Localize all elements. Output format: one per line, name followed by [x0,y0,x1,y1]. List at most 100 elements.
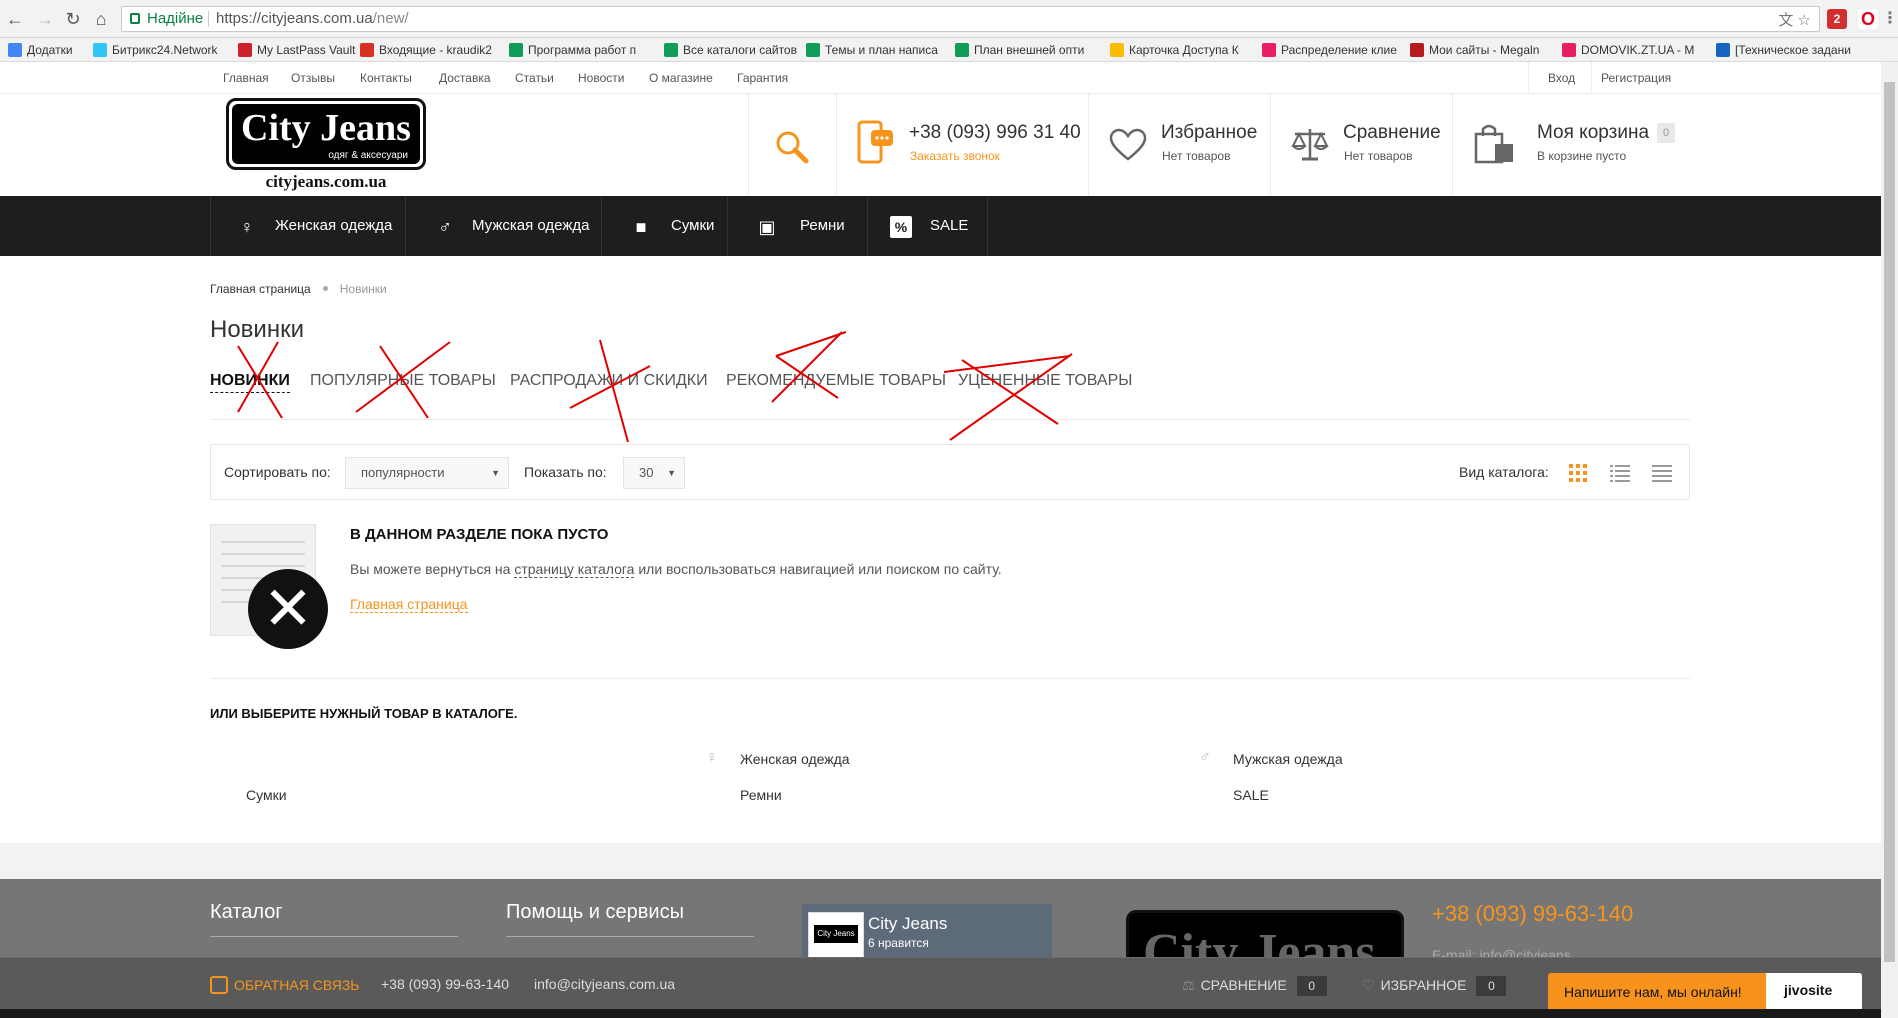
toplink-about[interactable]: О магазине [649,71,713,85]
bookmark-item[interactable]: Битрикс24.Network [93,42,218,58]
bookmark-favicon-icon [1410,43,1424,57]
chevron-down-icon: ▼ [667,468,676,478]
empty-description: Вы можете вернуться на страницу каталога… [350,561,1002,578]
top-links-bar: Главная Отзывы Контакты Доставка Статьи … [0,62,1898,94]
bookmark-item[interactable]: Распределение клие [1262,42,1397,58]
callback-link[interactable]: Заказать звонок [910,149,1000,163]
toplink-warranty[interactable]: Гарантия [737,71,788,85]
menu-item-men[interactable]: ♂ Мужская одежда [406,196,602,256]
search-button[interactable] [748,94,836,196]
tab-popular[interactable]: ПОПУЛЯРНЫЕ ТОВАРЫ [310,372,496,390]
bookmark-item[interactable]: Карточка Доступа К [1110,42,1239,58]
bookmark-favicon-icon [1110,43,1124,57]
toplink-articles[interactable]: Статьи [515,71,554,85]
catalog-page-link[interactable]: страницу каталога [514,561,635,578]
bookmark-item[interactable]: Программа работ п [509,42,636,58]
bookmark-item[interactable]: [Техническое задани [1716,42,1851,58]
bottom-compare[interactable]: ⚖ СРАВНЕНИЕ 0 [1182,976,1327,996]
per-page-select[interactable]: 30 ▼ [623,457,685,489]
opera-icon[interactable]: O [1858,9,1878,29]
page-title: Новинки [210,316,304,343]
bookmark-item[interactable]: Темы и план написа [806,42,938,58]
bookmark-item[interactable]: DOMOVIK.ZT.UA - М [1562,42,1694,58]
menu-dots-icon[interactable]: ⋮ [1880,9,1898,29]
bookmark-favicon-icon [1562,43,1576,57]
table-view-icon[interactable] [1652,463,1672,483]
cart-count-badge: 0 [1657,123,1676,143]
heart-icon: ♡ [1362,977,1375,993]
list-view-icon[interactable] [1610,463,1630,483]
bottom-favorites[interactable]: ♡ ИЗБРАННОЕ 0 [1362,976,1507,996]
register-link[interactable]: Регистрация [1601,71,1671,85]
favorites-count: 0 [1476,976,1507,996]
bookmark-item[interactable]: План внешней опти [955,42,1084,58]
jivosite-chat-widget[interactable]: Напишите нам, мы онлайн! jivosite [1548,973,1862,1011]
home-icon[interactable]: ⌂ [90,8,112,30]
cart-title: Моя корзина 0 [1537,122,1676,144]
toplink-contacts[interactable]: Контакты [360,71,412,85]
man-icon: ♂ [438,217,452,237]
breadcrumb-home[interactable]: Главная страница [210,282,311,296]
toplink-reviews[interactable]: Отзывы [291,71,335,85]
catalog-link-belts[interactable]: Ремни [740,787,782,803]
address-bar[interactable]: Надійне https://cityjeans.com.ua/new/ 文 … [121,6,1820,32]
url-text[interactable]: https://cityjeans.com.ua/new/ [216,7,409,31]
home-page-link[interactable]: Главная страница [350,596,468,613]
scales-icon [1291,129,1329,161]
bottom-email[interactable]: info@cityjeans.com.ua [534,976,675,992]
toplink-home[interactable]: Главная [223,71,269,85]
reload-icon[interactable]: ↻ [62,8,84,30]
bookmark-favicon-icon [238,43,252,57]
tab-discounted[interactable]: УЦЕНЕННЫЕ ТОВАРЫ [958,372,1132,390]
catalog-link-women[interactable]: Женская одежда [740,751,850,767]
bookmark-item[interactable]: My LastPass Vault [238,42,355,58]
menu-item-sale[interactable]: % SALE [868,196,988,256]
menu-item-women[interactable]: ♀ Женская одежда [210,196,406,256]
bookmark-item[interactable]: Мои сайты - Megaln [1410,42,1539,58]
back-icon[interactable]: ← [4,8,26,30]
bookmark-favicon-icon [509,43,523,57]
scrollbar-thumb[interactable] [1884,82,1895,962]
facebook-widget[interactable]: City Jeans City Jeans 6 нравится [802,904,1052,964]
grid-view-icon[interactable] [1568,463,1588,483]
catalog-link-bags[interactable]: Сумки [246,787,287,803]
cart-block[interactable]: Моя корзина 0 В корзине пусто [1452,94,1690,196]
login-link[interactable]: Вход [1548,71,1575,85]
logo-title: City Jeans [241,107,411,149]
bottom-phone[interactable]: +38 (093) 99-63-140 [381,976,509,992]
catalog-link-men[interactable]: Мужская одежда [1233,751,1343,767]
footer-catalog-heading: Каталог [210,901,283,923]
feedback-button[interactable]: ОБРАТНАЯ СВЯЗЬ [210,976,359,994]
footer-phone[interactable]: +38 (093) 99-63-140 [1432,901,1633,927]
sort-select[interactable]: популярности ▼ [345,457,509,489]
bookmark-item[interactable]: Додатки [8,42,73,58]
bookmark-star-icon[interactable]: 文 ☆ [1778,9,1811,33]
show-label: Показать по: [524,464,607,480]
compare-block[interactable]: Сравнение Нет товаров [1270,94,1452,196]
site-logo[interactable]: City Jeans одяг & аксесуари cityjeans.co… [226,98,426,192]
phone-block: +38 (093) 996 31 40 Заказать звонок [836,94,1088,196]
toplink-delivery[interactable]: Доставка [439,71,491,85]
man-icon: ♂ [1199,749,1211,766]
bookmark-favicon-icon [664,43,678,57]
catalog-link-sale[interactable]: SALE [1233,787,1269,803]
forward-icon[interactable]: → [34,8,56,30]
extension-icon[interactable]: 2 [1827,9,1847,29]
bookmark-item[interactable]: Входящие - kraudik2 [360,42,492,58]
main-menu: ♀ Женская одежда ♂ Мужская одежда ■ Сумк… [0,196,1898,256]
menu-item-belts[interactable]: ▣ Ремни [728,196,868,256]
menu-item-bags[interactable]: ■ Сумки [602,196,728,256]
secure-label: Надійне [147,10,204,27]
tab-recommended[interactable]: РЕКОМЕНДУЕМЫЕ ТОВАРЫ [726,372,946,390]
toplink-news[interactable]: Новости [578,71,624,85]
search-icon [776,131,809,164]
tab-new[interactable]: НОВИНКИ [210,372,290,393]
page-scrollbar[interactable] [1881,62,1898,1018]
catalog-filter-bar: Сортировать по: популярности ▼ Показать … [210,444,1690,500]
favorites-block[interactable]: Избранное Нет товаров [1088,94,1270,196]
empty-title: В ДАННОМ РАЗДЕЛЕ ПОКА ПУСТО [350,526,609,543]
percent-icon: % [890,216,912,238]
header-phone[interactable]: +38 (093) 996 31 40 [909,122,1081,144]
tab-sales[interactable]: РАСПРОДАЖИ И СКИДКИ [510,372,708,390]
bookmark-item[interactable]: Все каталоги сайтов [664,42,797,58]
